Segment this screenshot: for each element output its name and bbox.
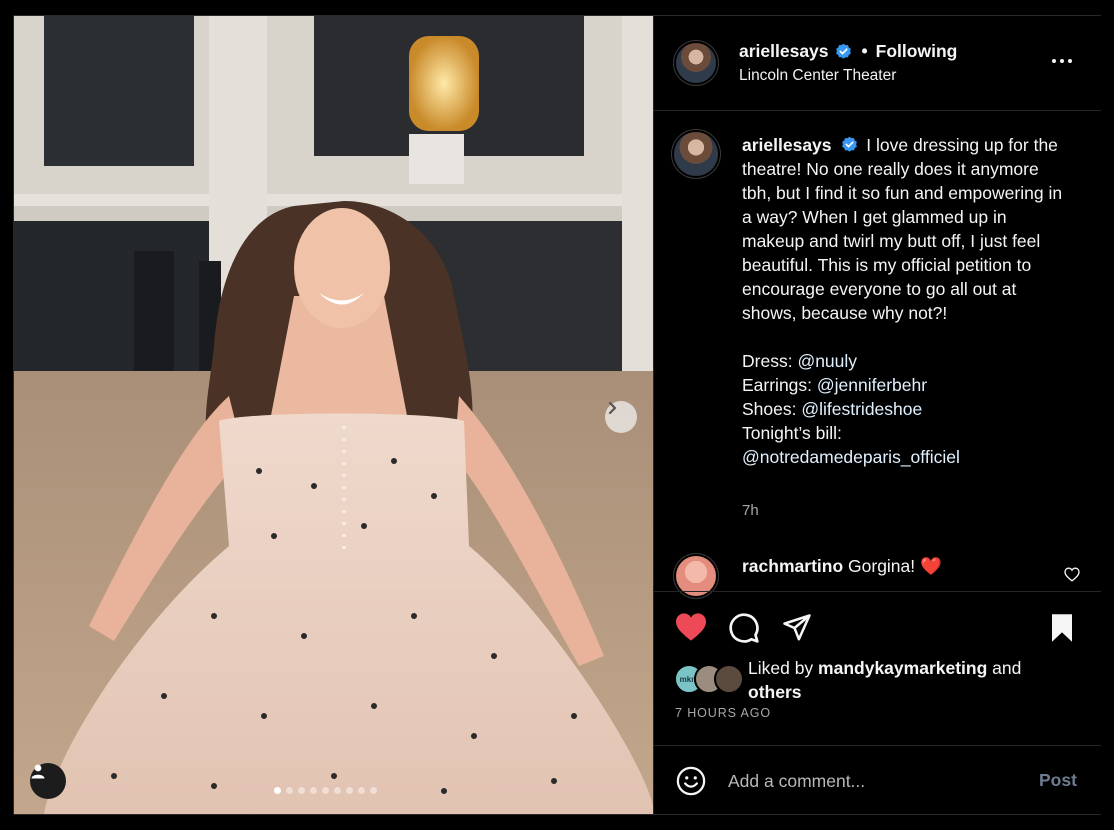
- post-timestamp[interactable]: 7 HOURS AGO: [675, 706, 771, 720]
- comment-text: Gorgina! ❤️: [848, 556, 942, 576]
- post-caption: ariellesays I love dressing up for the t…: [742, 133, 1072, 469]
- carousel-dot: [274, 787, 281, 794]
- comment-like-heart-icon[interactable]: [1064, 567, 1080, 582]
- like-heart-icon[interactable]: [674, 612, 708, 642]
- more-dot-icon: [1060, 59, 1064, 63]
- credit-label: Shoes:: [742, 399, 802, 419]
- carousel-dot: [286, 787, 293, 794]
- post-side-panel: ariellesays • Following Lincoln Center T…: [653, 16, 1101, 814]
- post-comment-button[interactable]: Post: [1039, 770, 1077, 791]
- caption-author-avatar[interactable]: [674, 132, 718, 176]
- more-dot-icon: [1052, 59, 1056, 63]
- location-link[interactable]: Lincoln Center Theater: [739, 67, 896, 85]
- caption-text: I love dressing up for the theatre! No o…: [742, 135, 1067, 323]
- carousel-dot: [310, 787, 317, 794]
- mention-link[interactable]: @notredamedeparis_officiel: [742, 445, 1072, 469]
- credit-line: Earrings: @jenniferbehr: [742, 373, 1072, 397]
- commenter-avatar[interactable]: [676, 556, 716, 596]
- carousel-dot: [346, 787, 353, 794]
- post-photo[interactable]: [14, 16, 653, 814]
- user-icon: [31, 764, 45, 779]
- share-send-icon[interactable]: [781, 613, 813, 643]
- carousel-dot: [334, 787, 341, 794]
- photo-illustration: [14, 16, 653, 814]
- following-button[interactable]: Following: [876, 41, 958, 62]
- verified-badge-icon: [835, 43, 851, 59]
- add-comment-input[interactable]: [728, 768, 1018, 794]
- mention-link[interactable]: @lifestrideshoe: [801, 399, 922, 419]
- comment-composer: Post: [654, 745, 1101, 815]
- caption-timestamp[interactable]: 7h: [742, 502, 759, 519]
- more-options-button[interactable]: [1052, 59, 1072, 63]
- bookmark-icon[interactable]: [1049, 613, 1075, 643]
- tagged-users-button[interactable]: [30, 763, 66, 799]
- liker-avatars[interactable]: mkm: [674, 664, 746, 694]
- credit-label: Earrings:: [742, 375, 817, 395]
- chevron-right-icon: [608, 401, 617, 415]
- post-header: ariellesays • Following Lincoln Center T…: [654, 16, 1101, 111]
- others-link[interactable]: others: [748, 682, 801, 702]
- comment-item: rachmartino Gorgina! ❤️: [742, 556, 942, 577]
- mention-link[interactable]: @jenniferbehr: [817, 375, 927, 395]
- mention-link[interactable]: @nuuly: [797, 351, 857, 371]
- carousel-dot: [322, 787, 329, 794]
- credit-label: Dress:: [742, 351, 798, 371]
- credit-line: Shoes: @lifestrideshoe: [742, 397, 1072, 421]
- carousel-dot: [298, 787, 305, 794]
- author-line: ariellesays • Following: [739, 41, 957, 62]
- emoji-icon[interactable]: [676, 766, 706, 796]
- next-photo-button[interactable]: [605, 401, 637, 433]
- liker-avatar: [714, 664, 744, 694]
- commenter-username[interactable]: rachmartino: [742, 556, 843, 576]
- more-dot-icon: [1068, 59, 1072, 63]
- caption-username[interactable]: ariellesays: [742, 135, 832, 155]
- liked-by-text: Liked by mandykaymarketing and others: [748, 656, 1078, 704]
- header-separator: •: [861, 41, 868, 61]
- bill-label: Tonight’s bill:: [742, 423, 842, 443]
- verified-badge-icon: [842, 136, 858, 152]
- liker-username-link[interactable]: mandykaymarketing: [818, 658, 987, 678]
- post-actions: mkm Liked by mandykaymarketing and other…: [654, 591, 1101, 746]
- carousel-dot: [370, 787, 377, 794]
- carousel-indicators: [274, 787, 377, 794]
- author-avatar[interactable]: [676, 43, 716, 83]
- liked-by-prefix: Liked by: [748, 658, 819, 678]
- author-username[interactable]: ariellesays: [739, 41, 829, 62]
- credit-line: Dress: @nuuly: [742, 349, 1072, 373]
- post-modal: ariellesays • Following Lincoln Center T…: [13, 15, 1101, 815]
- liked-by-middle: and: [987, 658, 1022, 678]
- comment-bubble-icon[interactable]: [728, 612, 760, 644]
- carousel-dot: [358, 787, 365, 794]
